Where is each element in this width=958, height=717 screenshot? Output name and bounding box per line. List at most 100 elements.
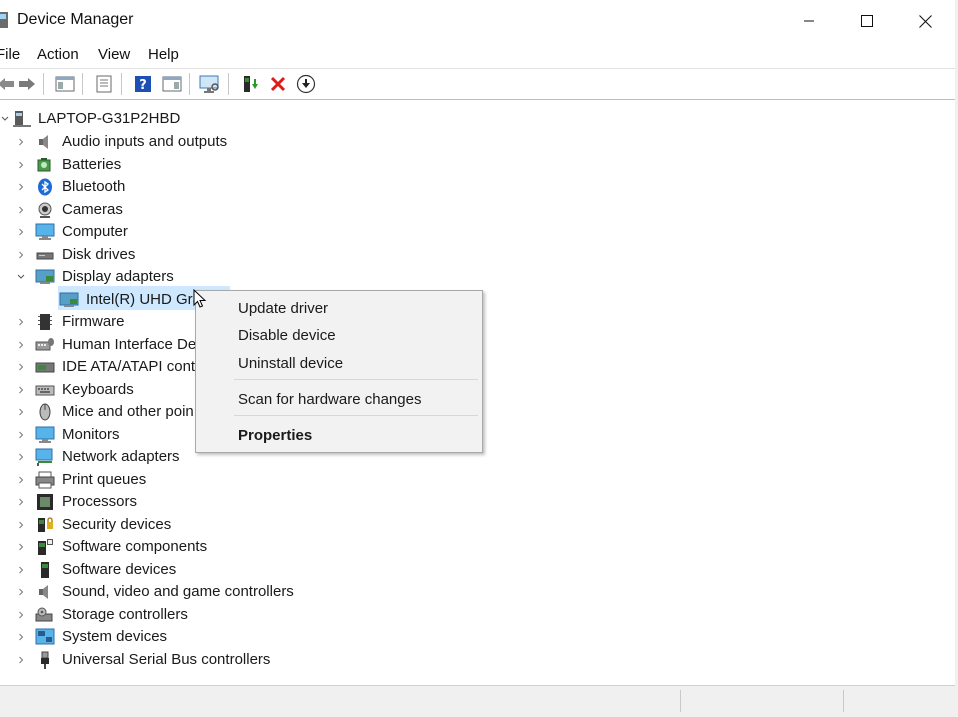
display-adapter-icon [35, 268, 55, 286]
tree-item-label: Disk drives [62, 245, 136, 263]
expanded-chevron-icon[interactable] [16, 266, 26, 288]
device-manager-app-icon [0, 12, 8, 28]
tree-root-row[interactable]: LAPTOP-G31P2HBD [0, 108, 300, 130]
tree-category-row[interactable]: Bluetooth [0, 176, 300, 198]
tree-category-row[interactable]: Print queues [0, 469, 300, 491]
tree-item-label: Cameras [62, 200, 123, 218]
collapsed-chevron-icon[interactable] [16, 311, 26, 333]
disable-device-button[interactable] [294, 72, 318, 96]
tree-category-row[interactable]: Sound, video and game controllers [0, 581, 300, 603]
tree-item-label: Processors [62, 493, 138, 510]
storage-controller-icon [35, 606, 55, 624]
computer-root-icon [12, 110, 32, 128]
collapsed-chevron-icon[interactable] [16, 244, 26, 266]
tree-category-row[interactable]: Batteries [0, 154, 300, 176]
collapsed-chevron-icon[interactable] [16, 176, 26, 198]
menu-action[interactable]: Action [37, 46, 79, 63]
context-menu-separator [234, 379, 478, 380]
close-icon [918, 14, 932, 28]
tree-item-label: Network adapters [62, 448, 180, 465]
collapsed-chevron-icon[interactable] [16, 221, 26, 243]
tree-item-label: Monitors [62, 425, 120, 443]
ctx-update-driver[interactable]: Update driver [238, 300, 328, 317]
tree-item-label: Keyboards [62, 380, 134, 398]
collapsed-chevron-icon[interactable] [16, 154, 26, 176]
toolbar-separator [228, 73, 229, 95]
ctx-disable-device[interactable]: Disable device [238, 327, 336, 344]
menu-file[interactable]: File [0, 46, 20, 63]
collapsed-chevron-icon[interactable] [16, 424, 26, 446]
close-button[interactable] [896, 0, 954, 42]
menu-view[interactable]: View [98, 46, 130, 63]
menu-help[interactable]: Help [148, 46, 179, 63]
scan-hardware-button[interactable] [198, 72, 222, 96]
properties-icon [96, 75, 112, 93]
expanded-chevron-icon[interactable] [0, 108, 10, 130]
tree-category-row[interactable]: Processors [0, 491, 300, 513]
collapsed-chevron-icon[interactable] [16, 446, 26, 468]
tree-category-row[interactable]: Software components [0, 536, 300, 558]
collapsed-chevron-icon[interactable] [16, 401, 26, 423]
collapsed-chevron-icon[interactable] [16, 514, 26, 536]
context-menu-separator [234, 415, 478, 416]
disk-drive-icon [35, 246, 55, 264]
tree-category-row[interactable]: Computer [0, 221, 300, 243]
tree-item-label: Firmware [62, 313, 125, 330]
collapsed-chevron-icon[interactable] [16, 131, 26, 153]
update-driver-button[interactable] [238, 72, 262, 96]
speaker-icon [35, 133, 55, 151]
properties-button[interactable] [92, 72, 116, 96]
collapsed-chevron-icon[interactable] [16, 356, 26, 378]
uninstall-device-button[interactable] [266, 72, 290, 96]
collapsed-chevron-icon[interactable] [16, 536, 26, 558]
processor-icon [35, 493, 55, 511]
minimize-button[interactable] [780, 0, 838, 42]
console-tree-button[interactable] [53, 72, 77, 96]
tree-item-label: System devices [62, 628, 168, 645]
sound-icon [35, 583, 55, 601]
tree-item-label: Software devices [62, 560, 177, 578]
collapsed-chevron-icon[interactable] [16, 604, 26, 626]
collapsed-chevron-icon[interactable] [16, 334, 26, 356]
uninstall-icon [270, 76, 286, 92]
title-bar: Device Manager [0, 0, 958, 42]
monitor-icon [35, 426, 55, 444]
tree-category-row[interactable]: Storage controllers [0, 604, 300, 626]
ctx-uninstall-device[interactable]: Uninstall device [238, 355, 343, 372]
collapsed-chevron-icon[interactable] [16, 491, 26, 513]
forward-button[interactable] [15, 72, 39, 96]
collapsed-chevron-icon[interactable] [16, 379, 26, 401]
display-adapter-device-icon [59, 291, 79, 309]
tree-item-label: Human Interface Dev [62, 335, 204, 353]
tree-root-label: LAPTOP-G31P2HBD [38, 110, 181, 127]
ctx-properties[interactable]: Properties [238, 427, 312, 444]
bluetooth-icon [35, 178, 55, 196]
tree-category-row[interactable]: Software devices [0, 559, 300, 581]
collapsed-chevron-icon[interactable] [16, 649, 26, 671]
forward-arrow-icon [19, 78, 35, 90]
tree-category-row[interactable]: Display adapters [0, 266, 300, 288]
collapsed-chevron-icon[interactable] [16, 199, 26, 221]
action-pane-button[interactable] [160, 72, 184, 96]
tree-category-row[interactable]: System devices [0, 626, 300, 648]
hid-icon [35, 336, 55, 354]
maximize-button[interactable] [838, 0, 896, 42]
status-bar [0, 685, 958, 717]
collapsed-chevron-icon[interactable] [16, 626, 26, 648]
system-devices-icon [35, 628, 55, 646]
tree-category-row[interactable]: Security devices [0, 514, 300, 536]
update-driver-icon [244, 76, 258, 92]
collapsed-chevron-icon[interactable] [16, 581, 26, 603]
tree-category-row[interactable]: Audio inputs and outputs [0, 131, 300, 153]
tree-category-row[interactable]: Universal Serial Bus controllers [0, 649, 300, 671]
collapsed-chevron-icon[interactable] [16, 469, 26, 491]
ctx-scan-hardware[interactable]: Scan for hardware changes [238, 391, 421, 408]
tree-category-row[interactable]: Cameras [0, 199, 300, 221]
tree-item-label: Universal Serial Bus controllers [62, 650, 271, 668]
tree-category-row[interactable]: Disk drives [0, 244, 300, 266]
collapsed-chevron-icon[interactable] [16, 559, 26, 581]
tree-item-label: Sound, video and game controllers [62, 583, 294, 600]
help-button[interactable]: ? [131, 72, 155, 96]
tree-item-label: Computer [62, 223, 128, 240]
usb-icon [35, 651, 55, 669]
